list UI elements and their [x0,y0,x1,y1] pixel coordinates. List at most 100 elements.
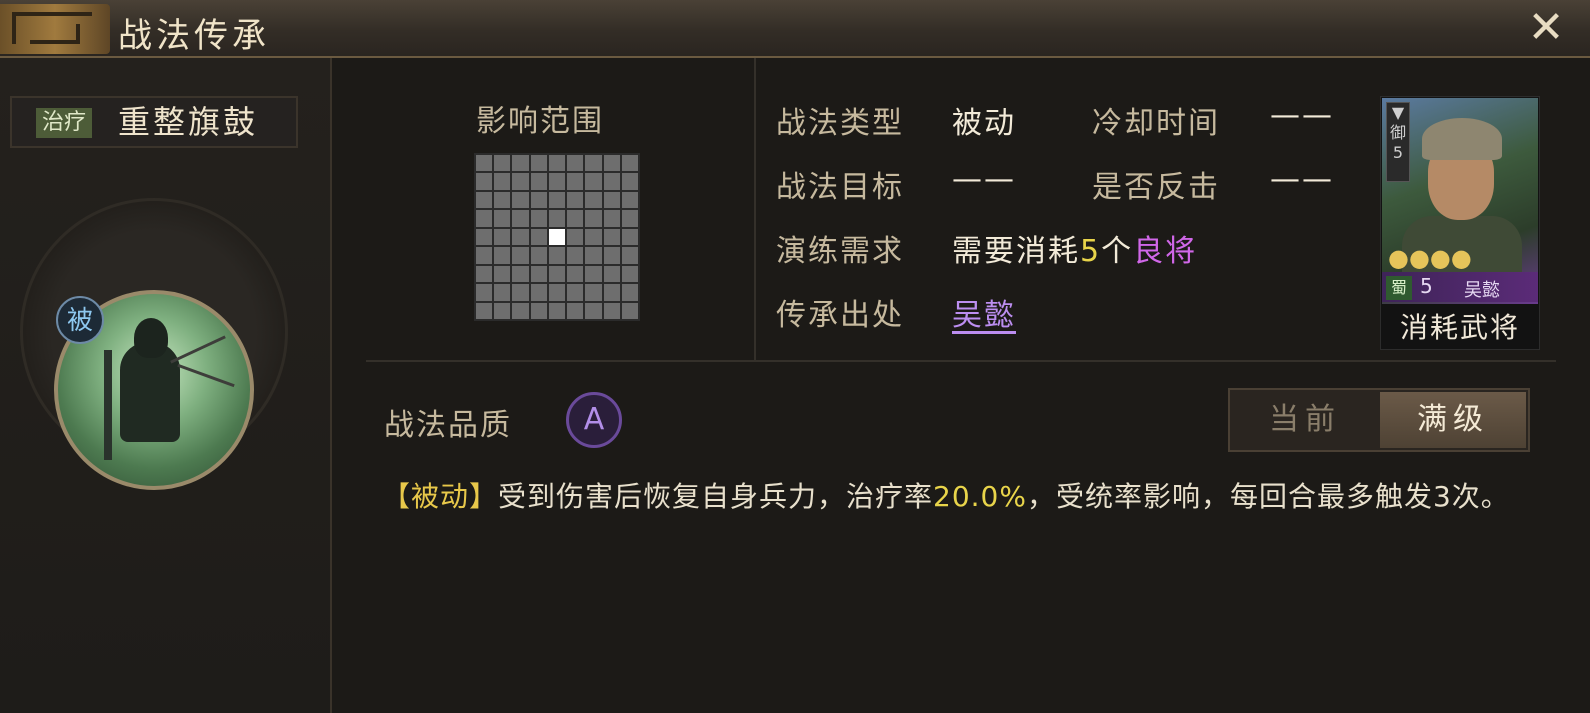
range-cell [548,284,566,301]
range-cell [567,284,584,301]
range-cell [548,265,566,283]
target-value: —— [952,162,1016,197]
range-cell [603,210,620,227]
range-cell [621,284,638,301]
range-cell [585,247,602,264]
divider [366,360,1556,362]
range-cell [548,155,566,172]
card-caption: 消耗武将 [1399,311,1520,344]
counter-value: —— [1270,162,1334,197]
range-cell [548,191,566,209]
card-cost: 5 [1420,274,1433,298]
range-cell [530,191,547,209]
range-cell [585,173,602,190]
range-cell [567,191,584,209]
close-button[interactable]: ✕ [1524,6,1568,50]
range-cell [567,247,584,264]
range-cell [512,210,529,227]
range-cell [476,173,493,190]
toggle-max-button[interactable]: 满级 [1380,392,1526,448]
range-cell [476,210,493,227]
range-cell [585,265,602,283]
range-cell [585,191,602,209]
origin-label: 传承出处 [776,298,904,333]
quality-grade-badge: A [566,392,622,448]
range-cell [476,302,493,319]
passive-badge: 被 [56,296,104,344]
range-cell [621,191,638,209]
range-cell [494,284,511,301]
range-cell [512,155,529,172]
cooldown-value: —— [1270,98,1334,133]
range-label: 影响范围 [476,104,604,139]
skill-tag: 治疗 [36,108,93,138]
range-cell [585,155,602,172]
range-cell [548,173,566,190]
range-cell [603,191,620,209]
range-cell [621,210,638,227]
range-cell [621,228,638,246]
range-cell [548,210,566,227]
range-cell [494,173,511,190]
range-cell [494,247,511,264]
range-cell [494,155,511,172]
range-cell [530,302,547,319]
range-cell [621,302,638,319]
range-cell [585,228,602,246]
range-cell [512,173,529,190]
range-cell [512,302,529,319]
faction-badge: 蜀 [1386,276,1412,300]
range-grid [474,153,640,321]
type-value: 被动 [952,106,1016,141]
range-cell [621,247,638,264]
header-ornament-icon [0,4,110,54]
range-cell [530,247,547,264]
range-cell [476,155,493,172]
range-cell [603,247,620,264]
origin-link[interactable]: 吴懿 [952,290,1016,334]
range-cell [512,247,529,264]
range-cell [476,265,493,283]
cooldown-label: 冷却时间 [1092,106,1220,141]
range-cell [530,265,547,283]
skill-description: 【被动】受到伤害后恢复自身兵力，治疗率20.0%，受统率影响，每回合最多触发3次… [382,480,1510,513]
range-cell-center [548,228,566,246]
range-cell [530,155,547,172]
requirement-item: 良将 [1133,234,1198,269]
range-cell [585,302,602,319]
range-cell [494,228,511,246]
range-cell [494,210,511,227]
range-cell [567,265,584,283]
star-rating: ●●●● [1388,244,1472,272]
range-cell [512,284,529,301]
range-cell [476,228,493,246]
target-label: 战法目标 [776,170,904,205]
skill-name-box: 治疗 重整旗鼓 [10,96,298,148]
range-cell [621,155,638,172]
range-cell [567,228,584,246]
range-cell [567,210,584,227]
divider [754,58,756,360]
range-cell [476,284,493,301]
toggle-current-button[interactable]: 当前 [1232,392,1378,448]
range-cell [585,210,602,227]
range-cell [548,302,566,319]
close-icon: ✕ [1527,2,1565,53]
range-cell [494,265,511,283]
range-cell [530,284,547,301]
type-label: 战法类型 [776,106,904,141]
range-cell [494,302,511,319]
range-cell [530,210,547,227]
counter-label: 是否反击 [1092,170,1220,205]
range-cell [476,247,493,264]
range-cell [512,191,529,209]
requirement-label: 演练需求 [776,234,904,269]
range-cell [494,191,511,209]
range-cell [621,173,638,190]
range-cell [621,265,638,283]
rank-badge: ▼ 御 5 [1386,102,1410,182]
quality-label: 战法品质 [384,408,512,443]
range-cell [567,302,584,319]
card-general-name: 吴懿 [1464,280,1500,301]
requirement-value: 需要消耗5个良将 [952,234,1198,269]
